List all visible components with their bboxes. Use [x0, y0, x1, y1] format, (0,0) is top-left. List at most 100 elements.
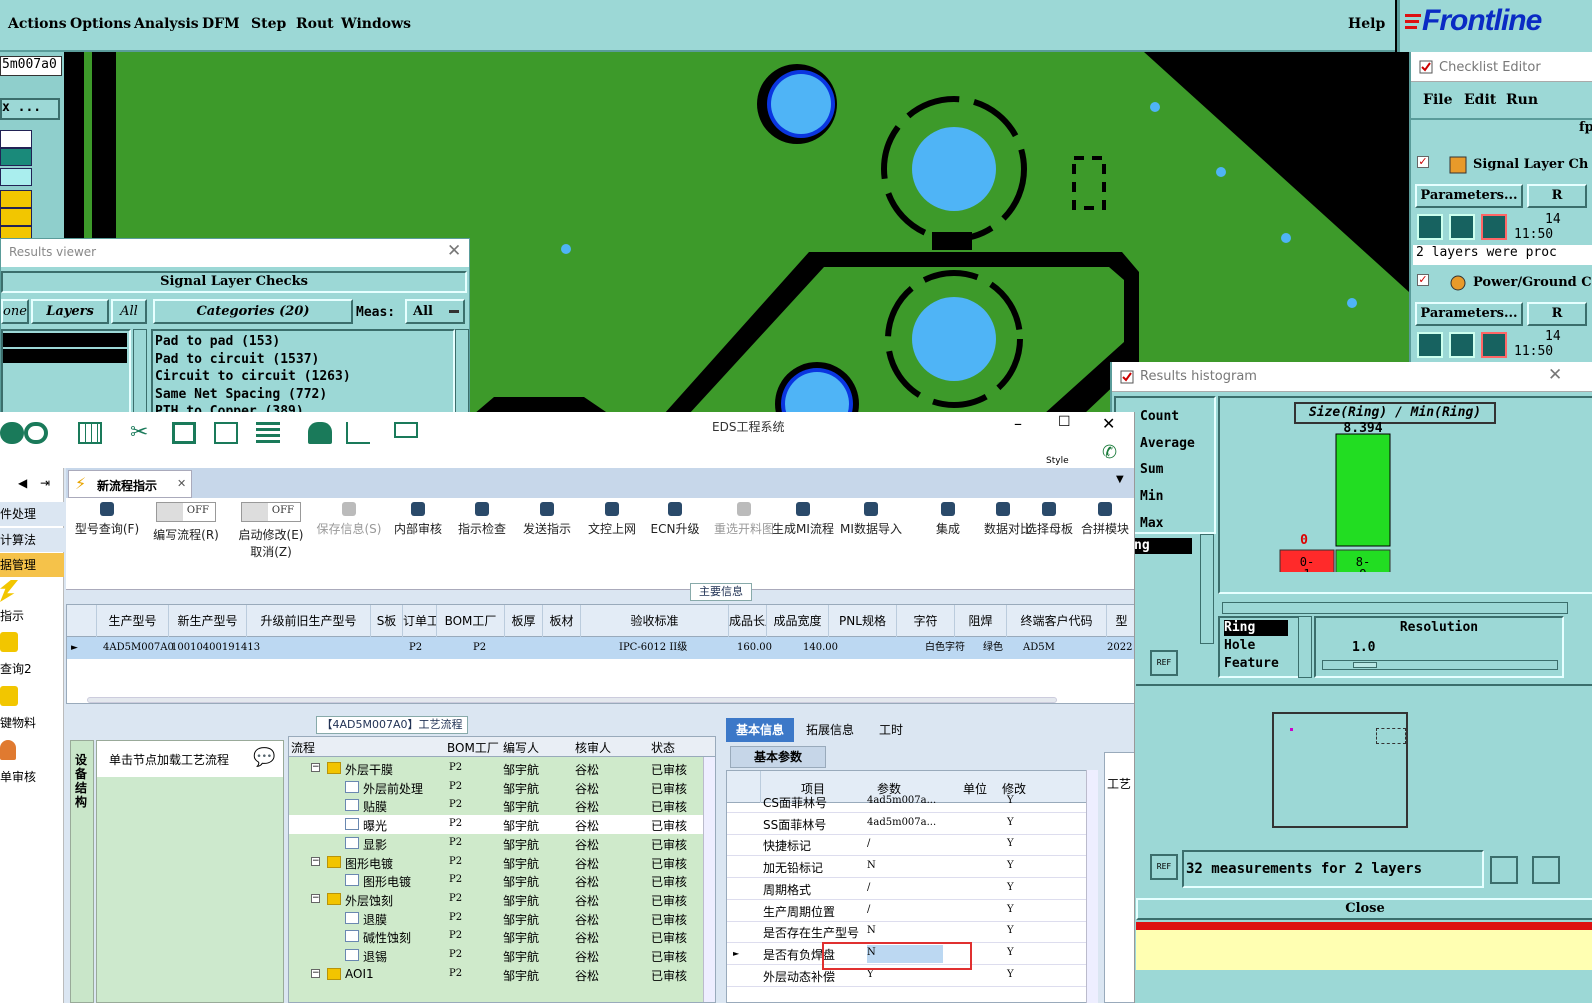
histogram-bar[interactable]: [1335, 433, 1391, 547]
chart-icon[interactable]: [346, 422, 370, 444]
grid-col-header[interactable]: BOM工厂: [437, 605, 505, 637]
nav-item-algorithm[interactable]: 计算法: [0, 528, 64, 552]
categories-scrollbar[interactable]: [455, 329, 469, 413]
tab-all[interactable]: All: [111, 299, 147, 324]
checklist-menu-file[interactable]: File: [1423, 92, 1452, 108]
power-r-button[interactable]: R: [1527, 302, 1587, 326]
tree-row[interactable]: 贴膜 P2 邹宇航 谷松 已审核: [289, 796, 715, 815]
monitor-icon[interactable]: [394, 422, 418, 438]
layer-box-3[interactable]: [0, 168, 32, 186]
grid-cell[interactable]: 4AD5M007A0: [103, 637, 174, 659]
histogram-close-button[interactable]: Close: [1136, 898, 1592, 920]
ribbon-button-9[interactable]: 重选开料图: [714, 502, 774, 572]
ribbon-button-2[interactable]: OFF 启动修改(E) 取消(Z): [232, 502, 310, 572]
help-ring-icon[interactable]: [24, 422, 48, 444]
grid-col-header[interactable]: 型: [1107, 605, 1134, 637]
mode-scrollbar[interactable]: [1298, 616, 1312, 678]
grid-col-header[interactable]: 阻焊: [955, 605, 1007, 637]
tab-extended-info[interactable]: 拓展信息: [796, 718, 864, 742]
params-row[interactable]: SS面菲林号 4ad5m007a... Y: [727, 813, 1097, 835]
tab-one[interactable]: one: [1, 299, 29, 324]
tab-new-process[interactable]: ⚡ 新流程指示 ✕: [68, 470, 192, 498]
tab-close-icon[interactable]: ✕: [177, 477, 186, 490]
param-value[interactable]: /: [867, 836, 943, 854]
menu-analysis[interactable]: Analysis: [134, 16, 199, 32]
style-menu[interactable]: Style: [1046, 456, 1069, 466]
tab-basic-info[interactable]: 基本信息: [726, 718, 794, 742]
ribbon-button-15[interactable]: 合拼模块: [1076, 502, 1134, 572]
grid-col-header[interactable]: 成品宽度: [767, 605, 829, 637]
layer-box-1[interactable]: [0, 130, 32, 148]
nav-back-icon[interactable]: ◀: [18, 476, 27, 490]
check-signal-checkbox[interactable]: ✓: [1417, 156, 1429, 168]
param-value[interactable]: 4ad5m007a...: [867, 793, 943, 811]
right-side-tab[interactable]: 工艺: [1107, 775, 1131, 792]
resolution-slider[interactable]: [1322, 660, 1558, 670]
basic-params-tab[interactable]: 基本参数: [730, 746, 826, 768]
tab-worktime[interactable]: 工时: [866, 718, 916, 742]
tree-row[interactable]: − 图形电镀 P2 邹宇航 谷松 已审核: [289, 853, 715, 872]
grid-cell[interactable]: P2: [473, 637, 486, 659]
tree-row[interactable]: − AOI1 P2 邹宇航 谷松 已审核: [289, 965, 715, 984]
ribbon-button-11[interactable]: MI数据导入: [836, 502, 906, 572]
nav-item-data-manage[interactable]: 据管理: [0, 553, 64, 577]
list-icon[interactable]: [256, 422, 280, 444]
tree-col-header[interactable]: 状态: [651, 739, 675, 756]
power-run-icon[interactable]: [1417, 332, 1443, 358]
signal-run-all-icon[interactable]: [1449, 214, 1475, 240]
tab-layers[interactable]: Layers: [31, 299, 109, 324]
film-icon[interactable]: [172, 422, 196, 444]
ribbon-button-5[interactable]: 指示检查: [452, 502, 512, 572]
tree-col-header[interactable]: 编写人: [503, 739, 539, 756]
categories-list[interactable]: Pad to pad (153) Pad to circuit (1537) C…: [151, 329, 455, 413]
params-row[interactable]: 是否存在生产型号 N Y: [727, 921, 1097, 944]
ribbon-button-4[interactable]: 内部审核: [388, 502, 448, 572]
param-value[interactable]: /: [867, 902, 943, 920]
category-item[interactable]: Circuit to circuit (1263): [155, 368, 451, 386]
grid-col-header[interactable]: 成品长度: [729, 605, 767, 637]
close-window-icon[interactable]: ✕: [1102, 414, 1115, 433]
layers-list[interactable]: [1, 329, 131, 413]
params-row[interactable]: 快捷标记 / Y: [727, 834, 1097, 857]
categories-button[interactable]: Categories (20): [153, 299, 353, 324]
cut-icon[interactable]: ✂: [130, 422, 154, 444]
process-tree-scrollbar[interactable]: [703, 757, 715, 1002]
signal-parameters-button[interactable]: Parameters...: [1415, 184, 1523, 208]
layer-row-2[interactable]: [3, 349, 127, 363]
menu-windows[interactable]: Windows: [341, 16, 411, 32]
grid-data-row[interactable]: ► 4AD5M007A0 10010400191413 P2 P2 IPC-6012 II…: [67, 637, 1134, 659]
ribbon-button-6[interactable]: 发送指示: [516, 502, 578, 572]
ribbon-button-3[interactable]: 保存信息(S): [314, 502, 384, 572]
user-icon[interactable]: [308, 422, 332, 444]
menu-help[interactable]: Help: [1348, 16, 1385, 32]
tree-expander-icon[interactable]: −: [311, 856, 320, 866]
params-row[interactable]: 生产周期位置 / Y: [727, 900, 1097, 922]
histogram-hscrollbar[interactable]: [1222, 602, 1568, 614]
param-value[interactable]: N: [867, 923, 943, 941]
grid-col-header[interactable]: 升级前旧生产型号: [247, 605, 371, 637]
params-row[interactable]: CS面菲林号 4ad5m007a... Y: [727, 791, 1097, 813]
ref-button-1[interactable]: REF: [1150, 650, 1178, 676]
check-power-checkbox[interactable]: ✓: [1417, 274, 1429, 286]
checklist-menu-edit[interactable]: Edit: [1464, 92, 1496, 108]
checklist-menu-run[interactable]: Run: [1506, 92, 1538, 108]
power-parameters-button[interactable]: Parameters...: [1415, 302, 1523, 326]
tree-row[interactable]: 图形电镀 P2 邹宇航 谷松 已审核: [289, 871, 715, 890]
toggle-switch[interactable]: OFF: [156, 502, 216, 522]
layer-box-4[interactable]: [0, 190, 32, 208]
tree-row[interactable]: − 外层干膜 P2 邹宇航 谷松 已审核: [289, 759, 715, 778]
nav-item-key-material[interactable]: 键物料: [0, 714, 36, 731]
nav-item-query2[interactable]: 查询2: [0, 660, 32, 677]
resolution-slider-thumb[interactable]: [1353, 662, 1377, 668]
mode-ring[interactable]: Ring: [1224, 620, 1288, 636]
power-run-all-icon[interactable]: [1449, 332, 1475, 358]
signal-r-button[interactable]: R: [1527, 184, 1587, 208]
ribbon-button-12[interactable]: 集成: [912, 502, 984, 572]
layer-row-1[interactable]: [3, 333, 127, 347]
signal-stop-icon[interactable]: [1481, 214, 1507, 240]
grid-col-header[interactable]: PNL规格: [829, 605, 897, 637]
param-value[interactable]: /: [867, 880, 943, 898]
ribbon-button-13[interactable]: 数据对比: [984, 502, 1032, 572]
category-item[interactable]: Pad to circuit (1537): [155, 351, 451, 369]
stats-scrollbar[interactable]: [1200, 534, 1214, 644]
